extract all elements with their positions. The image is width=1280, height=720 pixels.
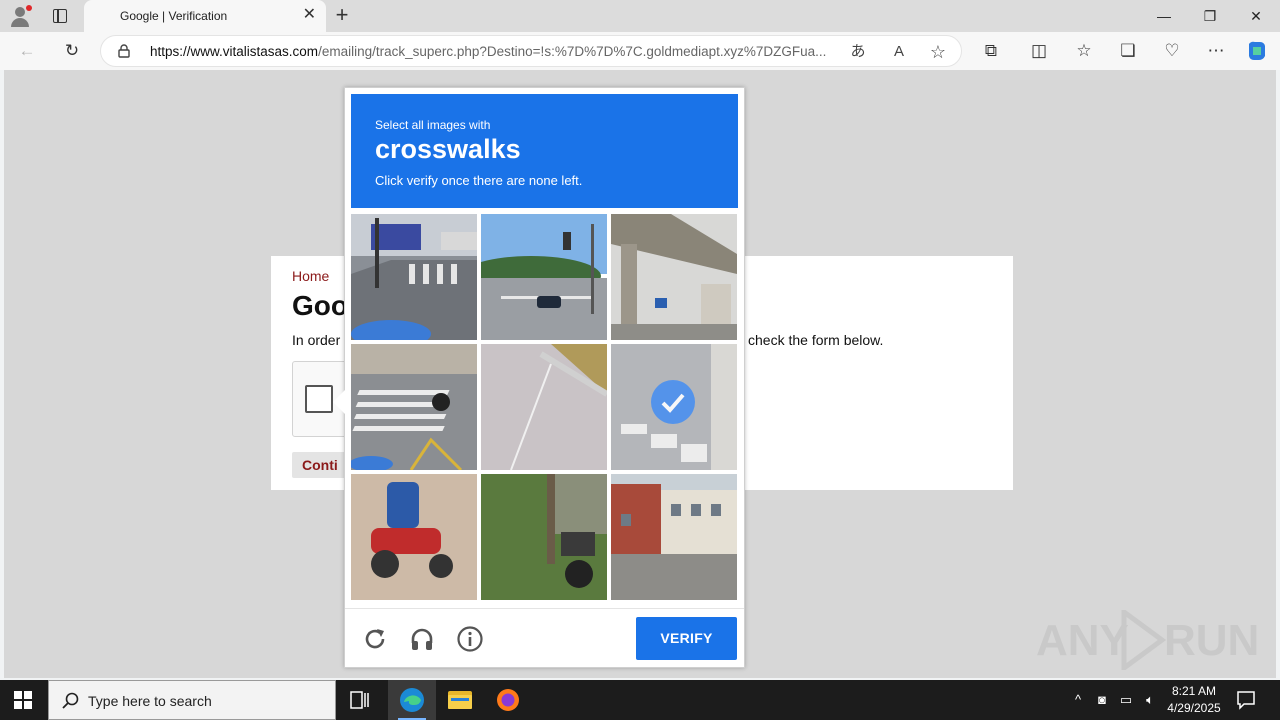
read-aloud-icon[interactable]: A	[889, 42, 909, 62]
notification-icon[interactable]	[1236, 690, 1256, 710]
captcha-challenge: Select all images with crosswalks Click …	[333, 87, 745, 668]
search-icon	[62, 692, 79, 709]
profile-icon[interactable]	[8, 4, 32, 28]
info-icon[interactable]	[456, 625, 484, 653]
windows-taskbar: Type here to search ^ ◙ ▭ 🔈︎ 8:21 AM 4/2…	[0, 680, 1280, 720]
task-view-icon[interactable]	[336, 680, 384, 720]
back-icon[interactable]: ←	[16, 40, 38, 62]
extensions-icon[interactable]: ⧉	[980, 40, 1002, 62]
captcha-tile-brick-building[interactable]	[611, 474, 737, 600]
captcha-tile-grass-motorcycle[interactable]	[481, 474, 607, 600]
captcha-tile-intersection-motorcycle[interactable]	[351, 344, 477, 470]
new-tab-button[interactable]: +	[330, 4, 354, 28]
tab-google-verification[interactable]: Google | Verification ✕	[84, 0, 326, 32]
address-bar[interactable]: https://www.vitalistasas.com/emailing/tr…	[100, 35, 962, 67]
favorite-star-icon[interactable]: ☆	[928, 42, 948, 62]
breadcrumb-home-link[interactable]: Home	[292, 268, 329, 284]
meet-now-icon[interactable]: ◙	[1092, 690, 1112, 710]
file-explorer-icon[interactable]	[436, 680, 484, 720]
captcha-tile-overpass[interactable]	[611, 214, 737, 340]
windows-start-icon[interactable]	[14, 691, 32, 709]
intro-text-left: In order	[292, 332, 341, 348]
taskbar-search-box[interactable]: Type here to search	[48, 680, 336, 720]
captcha-tile-street-corner-crosswalk[interactable]	[351, 214, 477, 340]
captcha-image-grid	[351, 214, 738, 601]
captcha-pointer	[333, 390, 345, 414]
refresh-icon[interactable]: ↻	[61, 40, 83, 62]
taskbar-clock[interactable]: 8:21 AM 4/29/2025	[1160, 683, 1228, 717]
tab-close-icon[interactable]: ✕	[303, 7, 316, 23]
url-text[interactable]: https://www.vitalistasas.com/emailing/tr…	[150, 44, 840, 59]
search-placeholder: Type here to search	[88, 693, 212, 709]
captcha-divider	[345, 608, 744, 609]
volume-icon[interactable]: 🔈︎	[1140, 690, 1160, 710]
verify-button[interactable]: VERIFY	[636, 617, 737, 660]
edge-taskbar-icon[interactable]	[388, 680, 436, 720]
translate-icon[interactable]: あ	[848, 42, 868, 62]
page-heading: Goo	[292, 290, 348, 321]
anyrun-watermark: ANY RUN	[1036, 608, 1259, 672]
restore-button[interactable]: ❐	[1187, 0, 1233, 32]
tab-title: Google | Verification	[120, 9, 228, 23]
captcha-instruction-bottom: Click verify once there are none left.	[375, 173, 583, 188]
captcha-tile-empty-road[interactable]	[481, 344, 607, 470]
intro-text-right: check the form below.	[748, 332, 884, 348]
copilot-icon[interactable]	[1245, 40, 1269, 62]
firefox-icon[interactable]	[484, 680, 532, 720]
captcha-header: Select all images with crosswalks Click …	[351, 94, 738, 208]
browser-toolbar: ← ↻ https://www.vitalistasas.com/emailin…	[0, 32, 1280, 70]
lock-icon[interactable]	[117, 44, 131, 58]
captcha-tile-motorcyclist[interactable]	[351, 474, 477, 600]
audio-challenge-icon[interactable]	[408, 625, 436, 653]
minimize-button[interactable]: —	[1141, 0, 1187, 32]
not-robot-checkbox[interactable]	[305, 385, 333, 413]
captcha-tile-road-traffic-light[interactable]	[481, 214, 607, 340]
collections-icon[interactable]: ❏	[1117, 40, 1139, 62]
play-logo-icon	[1121, 610, 1166, 670]
close-window-button[interactable]: ✕	[1233, 0, 1279, 32]
tab-actions-icon[interactable]	[48, 6, 72, 26]
tab-strip: Google | Verification ✕ + — ❐ ✕	[0, 0, 1280, 32]
clock-time: 8:21 AM	[1171, 684, 1217, 698]
captcha-target: crosswalks	[375, 134, 521, 164]
continue-button[interactable]: Conti	[292, 452, 352, 478]
captcha-tile-crosswalk-selected[interactable]	[611, 344, 737, 470]
network-icon[interactable]: ▭	[1116, 690, 1136, 710]
settings-more-icon[interactable]: ⋯	[1205, 40, 1227, 62]
browser-essentials-icon[interactable]: ♡	[1161, 40, 1183, 62]
favorites-icon[interactable]: ☆	[1073, 40, 1095, 62]
show-hidden-icons[interactable]: ^	[1068, 690, 1088, 710]
split-screen-icon[interactable]: ◫	[1028, 40, 1050, 62]
reload-icon[interactable]	[361, 625, 389, 653]
selected-check-icon	[651, 380, 695, 424]
clock-date: 4/29/2025	[1167, 701, 1221, 715]
captcha-instruction-top: Select all images with	[375, 118, 491, 132]
